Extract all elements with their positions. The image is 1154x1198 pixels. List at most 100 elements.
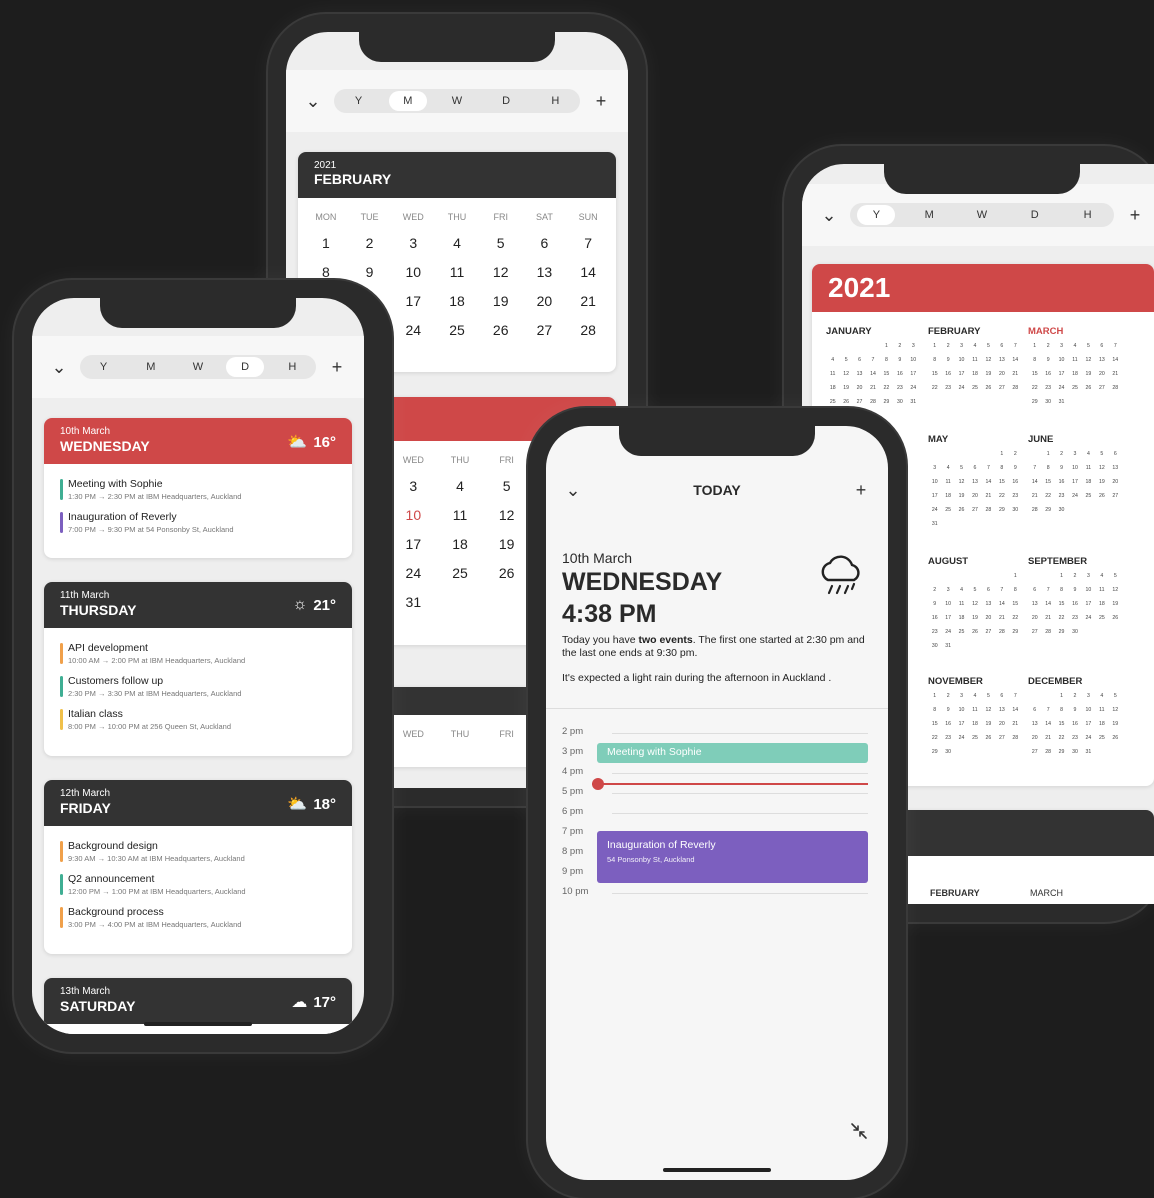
plus-icon[interactable]: +: [328, 358, 346, 376]
view-mode-switch[interactable]: Y M W D H: [334, 89, 580, 113]
day-cell[interactable]: 25: [437, 562, 484, 591]
rain-cloud-icon: [821, 555, 860, 595]
day-cell[interactable]: 19: [483, 533, 530, 562]
day-cell[interactable]: 20: [523, 290, 567, 319]
year-month-november[interactable]: NOVEMBER 1 2 3 4 5 6 7 8 9 10 11 12 13 14 15 16 17 18 19 20 2…: [928, 676, 1022, 755]
chevron-down-icon[interactable]: ⌄: [820, 206, 838, 224]
event-detail: 3:00 PM → 4:00 PM at IBM Headquarters, A…: [68, 920, 242, 929]
event-name: Italian class: [68, 708, 123, 720]
day-cell[interactable]: 5: [483, 475, 530, 504]
cloud-icon: ☁: [291, 994, 308, 1011]
day-cell[interactable]: 2: [348, 232, 392, 261]
day-card-temperature: 21°: [313, 596, 336, 614]
day-cell[interactable]: 4: [435, 232, 479, 261]
mode-hour[interactable]: H: [536, 91, 574, 111]
mode-month[interactable]: M: [388, 91, 427, 111]
day-cell[interactable]: 21: [566, 290, 610, 319]
day-card[interactable]: 10th March WEDNESDAY ⛅ 16° Meeting with Soph…: [44, 418, 352, 558]
event-item[interactable]: Q2 announcement 12:00 PM → 1:00 PM at IBM…: [60, 873, 352, 896]
mode-year[interactable]: Y: [857, 205, 896, 225]
event-item[interactable]: Background process 3:00 PM → 4:00 PM at I…: [60, 906, 352, 929]
event-detail: 9:30 AM → 10:30 AM at IBM Headquarters, …: [68, 854, 245, 863]
plus-icon[interactable]: +: [852, 481, 870, 499]
day-cell[interactable]: 4: [437, 475, 484, 504]
mode-day[interactable]: D: [487, 91, 525, 111]
day-cell[interactable]: 10: [391, 261, 435, 290]
day-cell[interactable]: 24: [391, 319, 435, 348]
year-month-january[interactable]: JANUARY 1 2 3 4 5 6 7 8 9 10 11 12 13 14 15 16 17 18 19 20 21…: [826, 326, 920, 405]
day-cell[interactable]: 28: [566, 319, 610, 348]
event-item[interactable]: Customers follow up 2:30 PM → 3:30 PM at …: [60, 675, 352, 698]
mode-month[interactable]: M: [132, 357, 170, 377]
chevron-down-icon[interactable]: ⌄: [50, 358, 68, 376]
day-cell[interactable]: 19: [479, 290, 523, 319]
day-card[interactable]: 12th March FRIDAY ⛅ 18° Background design 9:3…: [44, 780, 352, 954]
day-cell[interactable]: 3: [391, 232, 435, 261]
year-month-june[interactable]: JUNE 1 2 3 4 5 6 7 8 9 10 11 12 13 14 15 16 17 18 19 20 21 22 2…: [1028, 434, 1122, 513]
event-name: Inauguration of Reverly: [68, 511, 177, 523]
year-month-september[interactable]: SEPTEMBER 1 2 3 4 5 6 7 8 9 10 11 12 13 14 15 16 17 18 19 20…: [1028, 556, 1122, 635]
collapse-icon[interactable]: [850, 1122, 868, 1140]
mode-month[interactable]: M: [910, 205, 948, 225]
weekday-header: THU: [450, 729, 470, 739]
event-inauguration-reverly[interactable]: Inauguration of Reverly 54 Ponsonby St, …: [597, 831, 868, 883]
day-cell[interactable]: 11: [435, 261, 479, 290]
day-cell[interactable]: 7: [566, 232, 610, 261]
plus-icon[interactable]: +: [592, 92, 610, 110]
view-mode-switch[interactable]: Y M W D H: [80, 355, 316, 379]
day-cell[interactable]: [483, 591, 530, 620]
day-cell[interactable]: 1: [304, 232, 348, 261]
event-item[interactable]: Inauguration of Reverly 7:00 PM → 9:30 PM…: [60, 511, 352, 534]
day-cell[interactable]: 11: [437, 504, 484, 533]
day-card[interactable]: 11th March THURSDAY ☼ 21° API development 10:…: [44, 582, 352, 756]
mode-day[interactable]: D: [1016, 205, 1054, 225]
mode-year[interactable]: Y: [85, 357, 123, 377]
mode-year[interactable]: Y: [340, 91, 378, 111]
year-month-march[interactable]: MARCH 1 2 3 4 5 6 7 8 9 10 11 12 13 14 15 16 17 18 19 20 21 22…: [1028, 326, 1122, 405]
day-cell[interactable]: 18: [437, 533, 484, 562]
day-cell[interactable]: 25: [435, 319, 479, 348]
year-month-december[interactable]: DECEMBER 1 2 3 4 5 6 7 8 9 10 11 12 13 14 15 16 17 18 19 20 2…: [1028, 676, 1122, 755]
mode-hour[interactable]: H: [1069, 205, 1107, 225]
chevron-down-icon[interactable]: ⌄: [304, 92, 322, 110]
mode-hour[interactable]: H: [273, 357, 311, 377]
day-cell[interactable]: 5: [479, 232, 523, 261]
day-cell[interactable]: 18: [435, 290, 479, 319]
event-meeting-sophie[interactable]: Meeting with Sophie: [597, 743, 868, 763]
plus-icon[interactable]: +: [1126, 206, 1144, 224]
day-cell[interactable]: 17: [391, 290, 435, 319]
hour-label: 3 pm: [562, 746, 584, 757]
event-item[interactable]: Meeting with Sophie 1:30 PM → 2:30 PM at …: [60, 478, 352, 501]
year-month-may[interactable]: MAY 1 2 3 4 5 6 7 8 9 10 11 12 13 14 15 16 17 18 19 20 21 22 23…: [928, 434, 1022, 527]
mode-week[interactable]: W: [179, 357, 217, 377]
view-mode-switch[interactable]: Y M W D H: [850, 203, 1114, 227]
day-cell[interactable]: 12: [483, 504, 530, 533]
day-cell[interactable]: 10: [390, 504, 437, 533]
day-cell[interactable]: 26: [483, 562, 530, 591]
day-cell[interactable]: 24: [390, 562, 437, 591]
partly-cloudy-icon: ⛅: [287, 796, 308, 813]
chevron-down-icon[interactable]: ⌄: [564, 481, 582, 499]
event-title: Meeting with Sophie: [607, 746, 702, 758]
event-item[interactable]: Italian class 8:00 PM → 10:00 PM at 256 Q…: [60, 708, 352, 731]
day-cell[interactable]: 6: [523, 232, 567, 261]
month-topbar: ⌄ Y M W D H +: [286, 70, 628, 132]
day-cell[interactable]: 13: [523, 261, 567, 290]
day-cell[interactable]: 14: [566, 261, 610, 290]
day-cell[interactable]: [437, 591, 484, 620]
mode-week[interactable]: W: [963, 205, 1001, 225]
day-cell[interactable]: 3: [390, 475, 437, 504]
year-month-february[interactable]: FEBRUARY 1 2 3 4 5 6 7 8 9 10 11 12 13 14 15 16 17 18 19 20 2…: [928, 326, 1022, 391]
event-item[interactable]: Background design 9:30 AM → 10:30 AM at I…: [60, 840, 352, 863]
mode-day[interactable]: D: [226, 357, 265, 377]
year-month-august[interactable]: AUGUST 1 2 3 4 5 6 7 8 9 10 11 12 13 14 15 16 17 18 19 20 21 2…: [928, 556, 1022, 649]
day-card-weather: ⛅ 18°: [287, 794, 336, 814]
day-cell[interactable]: 12: [479, 261, 523, 290]
day-cell[interactable]: 31: [390, 591, 437, 620]
hour-label: 4 pm: [562, 766, 584, 777]
day-cell[interactable]: 27: [523, 319, 567, 348]
mode-week[interactable]: W: [438, 91, 476, 111]
day-cell[interactable]: 26: [479, 319, 523, 348]
day-cell[interactable]: 17: [390, 533, 437, 562]
event-item[interactable]: API development 10:00 AM → 2:00 PM at IBM…: [60, 642, 352, 665]
